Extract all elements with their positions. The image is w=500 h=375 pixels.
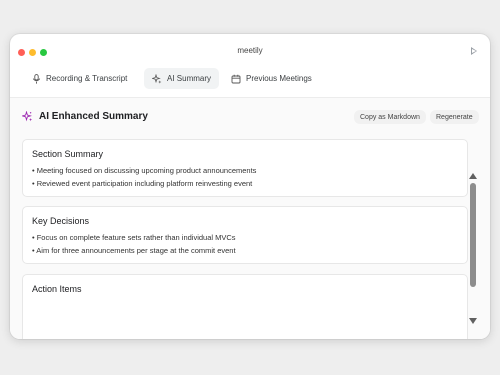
tab-previous-meetings[interactable]: Previous Meetings	[223, 68, 320, 89]
scrollbar-thumb[interactable]	[470, 183, 476, 287]
section-summary-card: Section Summary • Meeting focused on dis…	[22, 139, 468, 197]
regenerate-button[interactable]: Regenerate	[430, 110, 479, 124]
summary-header: AI Enhanced Summary	[22, 111, 148, 122]
sparkles-icon	[152, 73, 162, 84]
tab-label: AI Summary	[167, 74, 212, 83]
scroll-up-arrow[interactable]	[469, 173, 477, 179]
tab-recording-transcript[interactable]: Recording & Transcript	[23, 68, 135, 89]
scroll-down-arrow[interactable]	[469, 318, 477, 324]
microphone-icon	[31, 73, 41, 84]
window-title: meetily	[237, 46, 263, 55]
app-window: meetily Recording & Transcript AI Summar…	[10, 34, 490, 339]
summary-panel: AI Enhanced Summary Copy as Markdown Reg…	[10, 98, 490, 339]
section-title: Key Decisions	[32, 216, 90, 226]
section-title: Action Items	[32, 284, 82, 294]
summary-title: AI Enhanced Summary	[39, 111, 148, 122]
list-item: • Aim for three announcements per stage …	[32, 246, 236, 255]
tab-bar: Recording & Transcript AI Summary Previo…	[10, 68, 490, 94]
list-item: • Focus on complete feature sets rather …	[32, 233, 236, 242]
list-item: • Meeting focused on discussing upcoming…	[32, 166, 257, 175]
list-item: • Reviewed event participation including…	[32, 179, 253, 188]
play-icon[interactable]	[471, 47, 477, 55]
action-items-card: Action Items	[22, 274, 468, 339]
key-decisions-card: Key Decisions • Focus on complete featur…	[22, 206, 468, 264]
sparkles-icon	[22, 111, 33, 122]
tab-label: Recording & Transcript	[46, 74, 128, 83]
tab-label: Previous Meetings	[246, 74, 312, 83]
title-bar: meetily	[10, 34, 490, 68]
tab-ai-summary[interactable]: AI Summary	[144, 68, 220, 89]
copy-as-markdown-button[interactable]: Copy as Markdown	[354, 110, 426, 124]
section-title: Section Summary	[32, 149, 104, 159]
calendar-icon	[231, 74, 241, 84]
